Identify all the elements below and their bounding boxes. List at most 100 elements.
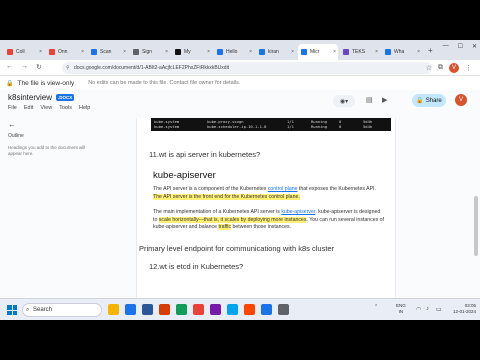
taskbar-app-icon[interactable] bbox=[227, 304, 238, 315]
control-plane-link[interactable]: control plane bbox=[268, 186, 298, 192]
tab-close-icon[interactable]: × bbox=[291, 49, 294, 55]
menu-edit[interactable]: Edit bbox=[24, 105, 33, 111]
banner-title: The file is view-only bbox=[17, 79, 75, 87]
taskbar-app-icon[interactable] bbox=[108, 304, 119, 315]
chevron-up-icon[interactable]: ⌃ bbox=[374, 304, 378, 310]
primary-endpoint-note: Primary level endpoint for communication… bbox=[139, 244, 335, 253]
wifi-icon[interactable]: ◠ bbox=[416, 306, 421, 313]
taskbar-search[interactable]: ⌕ Search bbox=[22, 303, 102, 317]
tab-favicon-icon bbox=[91, 49, 97, 55]
tab-close-icon[interactable]: × bbox=[207, 49, 210, 55]
forward-icon[interactable]: → bbox=[21, 63, 28, 71]
back-icon[interactable]: ← bbox=[6, 63, 13, 71]
tab-close-icon[interactable]: × bbox=[375, 49, 378, 55]
taskbar-app-icon[interactable] bbox=[261, 304, 272, 315]
code-row: kube-system kube-scheduler-ip-10-1-1-8 1… bbox=[151, 124, 391, 129]
new-tab-icon[interactable]: + bbox=[428, 46, 433, 55]
banner-subtitle: No edits can be made to this file. Conta… bbox=[88, 80, 241, 86]
menu-tools[interactable]: Tools bbox=[59, 105, 72, 111]
menu-help[interactable]: Help bbox=[79, 105, 90, 111]
tab-close-icon[interactable]: × bbox=[39, 49, 42, 55]
maximize-icon[interactable]: ☐ bbox=[458, 43, 463, 50]
taskbar-app-icon[interactable] bbox=[125, 304, 136, 315]
taskbar-app-icon[interactable] bbox=[193, 304, 204, 315]
browser-tab[interactable]: Onn × bbox=[46, 44, 86, 60]
doc-scrollbar[interactable] bbox=[474, 196, 478, 256]
comments-icon[interactable]: ▤ bbox=[366, 96, 373, 104]
taskbar-app-icon[interactable] bbox=[176, 304, 187, 315]
browser-tab[interactable]: Hello × bbox=[214, 44, 254, 60]
taskbar-app-icon[interactable] bbox=[159, 304, 170, 315]
doc-body: ← Outline Headings you add to the docume… bbox=[0, 118, 480, 320]
minimize-icon[interactable]: — bbox=[443, 43, 449, 50]
search-icon: ⌕ bbox=[26, 307, 30, 313]
viewing-mode-button[interactable]: ◉ ▾ bbox=[333, 95, 355, 107]
browser-tab[interactable]: Micr × bbox=[298, 44, 338, 60]
bookmark-star-icon[interactable]: ☆ bbox=[426, 64, 432, 72]
profile-avatar[interactable]: V bbox=[449, 63, 459, 73]
doc-title[interactable]: k8sinterview bbox=[8, 93, 52, 102]
browser-menu-icon[interactable]: ⋮ bbox=[465, 64, 472, 72]
windows-start-icon[interactable] bbox=[7, 305, 17, 315]
menu-file[interactable]: File bbox=[8, 105, 17, 111]
text-run: that exposes the Kubernetes API. bbox=[297, 186, 376, 192]
screen: Coll × Onn × Scan × Sign × My × Hello × kiran × Micr × T… bbox=[0, 40, 480, 320]
tab-favicon-icon bbox=[133, 49, 139, 55]
menu-view[interactable]: View bbox=[40, 105, 52, 111]
outline-hint: Headings you add to the document will ap… bbox=[8, 145, 86, 156]
tab-close-icon[interactable]: × bbox=[81, 49, 84, 55]
browser-tab[interactable]: Sign × bbox=[130, 44, 170, 60]
tab-close-icon[interactable]: × bbox=[333, 49, 336, 55]
url-field[interactable]: ⚲ docs.google.com/document/d/1-ABIt2-aAc… bbox=[62, 62, 432, 74]
outline-title: Outline bbox=[8, 133, 24, 139]
tab-favicon-icon bbox=[259, 49, 265, 55]
highlighted-text: scale horizontally bbox=[158, 216, 199, 223]
browser-tab[interactable]: TEKS × bbox=[340, 44, 380, 60]
kube-apiserver-link[interactable]: kube-apiserver bbox=[281, 209, 315, 215]
taskbar-app-icon[interactable] bbox=[142, 304, 153, 315]
doc-page[interactable]: kube-system kube-proxy-vxxgn 1/1 Running… bbox=[136, 118, 396, 320]
clock-date: 12-01-2024 bbox=[452, 309, 476, 314]
browser-tab[interactable]: My × bbox=[172, 44, 212, 60]
close-window-icon[interactable]: ✕ bbox=[472, 43, 477, 50]
language-indicator[interactable]: ENG IN bbox=[396, 303, 406, 315]
browser-tab[interactable]: kiran × bbox=[256, 44, 296, 60]
tab-label: Micr bbox=[310, 49, 320, 55]
highlighted-text: —that is, it scales by deploying more in… bbox=[198, 216, 307, 223]
browser-actions: ☆ ⧉ V ⋮ bbox=[426, 63, 472, 73]
browser-tab[interactable]: Coll × bbox=[4, 44, 44, 60]
code-cell: kube-scheduler-ip-10-1-1-8 bbox=[207, 124, 267, 129]
taskbar-app-icon[interactable] bbox=[244, 304, 255, 315]
text-run: The API server is a component of the Kub… bbox=[153, 186, 268, 192]
tab-label: Scan bbox=[100, 49, 112, 55]
search-label: Search bbox=[33, 307, 53, 313]
taskbar-app-icon[interactable] bbox=[278, 304, 289, 315]
code-cell: 0 bbox=[339, 124, 342, 129]
tab-close-icon[interactable]: × bbox=[417, 49, 420, 55]
speaker-icon[interactable]: ♪ bbox=[426, 306, 429, 312]
back-arrow-icon[interactable]: ← bbox=[8, 120, 108, 129]
battery-icon[interactable]: ▭ bbox=[436, 306, 442, 313]
reload-icon[interactable]: ↻ bbox=[36, 63, 42, 71]
extensions-icon[interactable]: ⧉ bbox=[438, 64, 443, 72]
url-text: docs.google.com/document/d/1-ABIt2-aAcjf… bbox=[74, 65, 230, 71]
lock-small-icon: 🔒 bbox=[416, 98, 424, 104]
clock[interactable]: 03:05 12-01-2024 bbox=[448, 303, 476, 315]
site-info-icon[interactable]: ⚲ bbox=[66, 65, 70, 71]
docx-badge: .DOCX bbox=[56, 94, 75, 101]
share-button[interactable]: 🔒 Share bbox=[412, 94, 446, 107]
doc-menu-bar: File Edit View Tools Help bbox=[8, 105, 90, 111]
tab-label: My bbox=[184, 49, 191, 55]
code-block: kube-system kube-proxy-vxxgn 1/1 Running… bbox=[151, 118, 391, 131]
lock-icon: 🔒 bbox=[6, 80, 14, 87]
browser-tab[interactable]: Wha × bbox=[382, 44, 422, 60]
meet-icon[interactable]: ▶ bbox=[382, 96, 387, 104]
browser-tab[interactable]: Scan × bbox=[88, 44, 128, 60]
tab-close-icon[interactable]: × bbox=[165, 49, 168, 55]
account-avatar[interactable]: V bbox=[455, 94, 467, 106]
taskbar-app-icon[interactable] bbox=[210, 304, 221, 315]
tab-favicon-icon bbox=[343, 49, 349, 55]
tab-favicon-icon bbox=[49, 49, 55, 55]
tab-close-icon[interactable]: × bbox=[249, 49, 252, 55]
tab-close-icon[interactable]: × bbox=[123, 49, 126, 55]
